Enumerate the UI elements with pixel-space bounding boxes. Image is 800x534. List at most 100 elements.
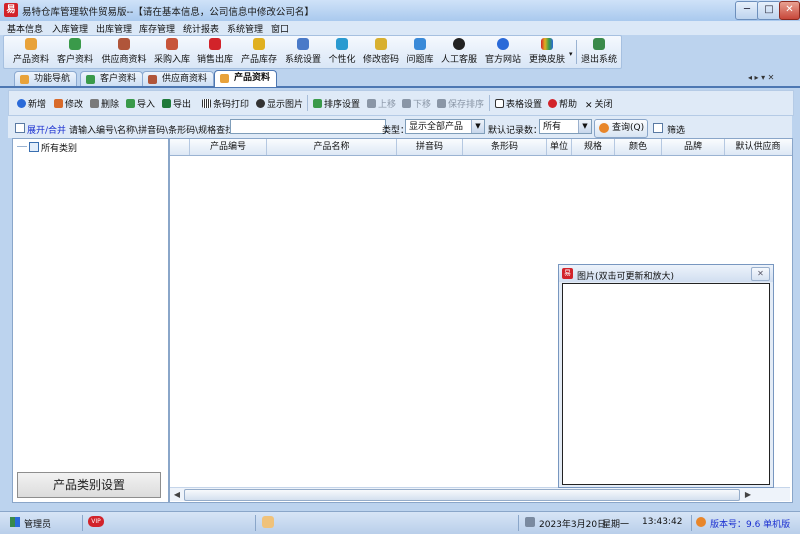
status-separator: [255, 515, 256, 531]
toolbar-exit-button[interactable]: 退出系统: [580, 38, 618, 66]
import-button[interactable]: 导入: [126, 97, 155, 110]
network-icon: [525, 517, 535, 527]
maximize-button[interactable]: □: [757, 1, 781, 20]
tab-function-nav[interactable]: 功能导航: [14, 71, 78, 86]
edit-icon: [54, 99, 63, 108]
expand-checkbox[interactable]: [15, 123, 25, 133]
toolbar-purchase-in-button[interactable]: 采购入库: [152, 38, 192, 66]
records-label: 默认记录数：: [488, 126, 543, 136]
grid-row-selector-header: [170, 139, 190, 155]
toolbar-personalize-button[interactable]: 个性化: [326, 38, 358, 66]
supplier-icon: [118, 38, 130, 50]
scroll-right-icon[interactable]: ▶: [742, 489, 754, 500]
window-close-button[interactable]: ✕: [779, 1, 800, 20]
minimize-button[interactable]: ─: [735, 1, 759, 20]
version-icon: [696, 517, 706, 527]
toolbar-sales-out-button[interactable]: 销售出库: [194, 38, 236, 66]
menu-system[interactable]: 系统管理: [227, 22, 263, 35]
horizontal-scrollbar[interactable]: ◀ ▶: [170, 487, 790, 501]
tab-customer-info[interactable]: 客户资料: [80, 71, 144, 86]
menu-inventory[interactable]: 库存管理: [139, 22, 175, 35]
move-up-button[interactable]: 上移: [367, 97, 396, 110]
expand-collapse-link[interactable]: 展开/合并: [27, 123, 66, 136]
move-down-button[interactable]: 下移: [402, 97, 431, 110]
column-header-product-name[interactable]: 产品名称: [267, 139, 397, 155]
column-header-barcode[interactable]: 条形码: [463, 139, 547, 155]
skin-icon: [541, 38, 553, 50]
filter-checkbox[interactable]: [653, 123, 663, 133]
column-header-spec[interactable]: 规格: [572, 139, 615, 155]
truck-icon: [166, 38, 178, 50]
scroll-left-icon[interactable]: ◀: [171, 489, 183, 500]
toolbar-product-info-button[interactable]: 产品资料: [10, 38, 52, 66]
down-arrow-icon: [402, 99, 411, 108]
column-header-brand[interactable]: 品牌: [662, 139, 725, 155]
image-panel-header: 易 图片(双击可更新和放大) ✕: [559, 265, 773, 282]
search-input[interactable]: [230, 119, 386, 134]
personalize-icon: [336, 38, 348, 50]
close-tab-button[interactable]: ✕ 关闭: [585, 97, 613, 111]
help-button[interactable]: 帮助: [548, 97, 577, 110]
tree-line: [17, 146, 27, 147]
menu-basic-info[interactable]: 基本信息: [7, 22, 43, 35]
barcode-print-button[interactable]: 条码打印: [202, 97, 249, 110]
save-sort-button[interactable]: 保存排序: [437, 97, 484, 110]
scrollbar-thumb[interactable]: [184, 489, 740, 501]
toolbar-support-button[interactable]: 人工客服: [438, 38, 480, 66]
show-image-button[interactable]: 显示图片: [256, 97, 303, 110]
search-hint-label: 请输入编号\名称\拼音码\条形码\规格查找：: [69, 126, 244, 136]
ie-icon: [497, 38, 509, 50]
vip-badge: VIP: [88, 516, 104, 527]
tree-root-all-categories[interactable]: 所有类别: [41, 141, 77, 154]
close-icon: ✕: [585, 101, 593, 111]
folder-icon: [29, 142, 39, 152]
import-icon: [126, 99, 135, 108]
product-image-area[interactable]: [562, 283, 770, 485]
avatar-icon: [262, 516, 274, 528]
sort-settings-button[interactable]: 排序设置: [313, 97, 360, 110]
delete-button[interactable]: 删除: [90, 97, 119, 110]
sort-icon: [313, 99, 322, 108]
edit-button[interactable]: 修改: [54, 97, 83, 110]
skin-dropdown-arrow-icon[interactable]: ▾: [569, 50, 573, 58]
grid-header: 产品编号 产品名称 拼音码 条形码 单位 规格 颜色 品牌 默认供应商: [170, 139, 792, 156]
tab-product-info[interactable]: 产品资料: [214, 70, 278, 87]
type-select[interactable]: 显示全部产品 ▼: [405, 119, 485, 134]
column-header-product-code[interactable]: 产品编号: [190, 139, 267, 155]
qq-icon: [453, 38, 465, 50]
table-settings-button[interactable]: 表格设置: [495, 97, 542, 110]
toolbar-customer-info-button[interactable]: 客户资料: [54, 38, 96, 66]
tab-supplier-info[interactable]: 供应商资料: [142, 71, 215, 86]
category-settings-button[interactable]: 产品类别设置: [17, 472, 161, 498]
toolbar-system-settings-button[interactable]: 系统设置: [282, 38, 324, 66]
toolbar-change-skin-button[interactable]: 更换皮肤: [526, 38, 568, 66]
records-select[interactable]: 所有 ▼: [539, 119, 592, 134]
status-separator: [518, 515, 519, 531]
image-panel-close-button[interactable]: ✕: [751, 267, 770, 281]
toolbar-faq-button[interactable]: 问题库: [404, 38, 436, 66]
tab-navigation-controls[interactable]: ◂ ▸ ▾ ✕: [748, 73, 774, 82]
barcode-icon: [202, 99, 211, 108]
toolbar-change-password-button[interactable]: 修改密码: [360, 38, 402, 66]
toolbar-inventory-button[interactable]: 产品库存: [238, 38, 280, 66]
toolbar-website-button[interactable]: 官方网站: [482, 38, 524, 66]
supplier-icon: [148, 75, 157, 84]
query-button[interactable]: 查询(Q): [594, 119, 648, 138]
menu-stock-in[interactable]: 入库管理: [52, 22, 88, 35]
column-header-default-supplier[interactable]: 默认供应商: [725, 139, 791, 155]
status-separator: [82, 515, 83, 531]
add-button[interactable]: 新增: [17, 97, 46, 110]
menu-window[interactable]: 窗口: [271, 22, 289, 35]
people-icon: [86, 75, 95, 84]
menu-reports[interactable]: 统计报表: [183, 22, 219, 35]
column-header-pinyin[interactable]: 拼音码: [397, 139, 463, 155]
column-header-unit[interactable]: 单位: [547, 139, 572, 155]
export-button[interactable]: 导出: [162, 97, 191, 110]
column-header-color[interactable]: 颜色: [615, 139, 662, 155]
menu-stock-out[interactable]: 出库管理: [96, 22, 132, 35]
table-icon: [495, 99, 504, 108]
toolbar-supplier-info-button[interactable]: 供应商资料: [98, 38, 150, 66]
status-time: 13:43:42: [642, 517, 683, 527]
excel-icon: [162, 99, 171, 108]
box-icon: [25, 38, 37, 50]
